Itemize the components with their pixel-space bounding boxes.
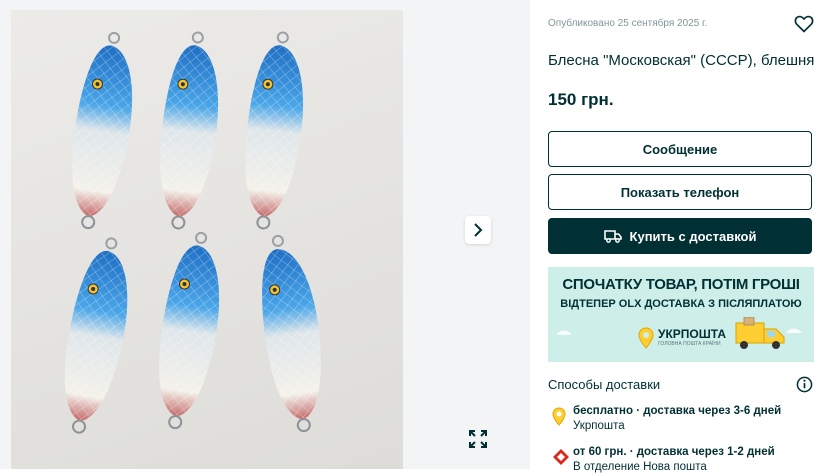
delivery-option-carrier: В отделение Нова пошта: [573, 461, 707, 473]
buy-with-delivery-label: Купить с доставкой: [629, 228, 757, 244]
ukrposhta-logo: УКРПОШТА ГОЛОВНА ПОШТА КРАЇНИ: [638, 327, 738, 353]
ukrposhta-name: УКРПОШТА: [658, 327, 727, 341]
chevron-right-icon: [474, 223, 483, 237]
delivery-methods-title: Способы доставки: [548, 377, 661, 392]
ukrposhta-pin-icon: [638, 327, 654, 349]
photo-gallery: [0, 0, 518, 469]
pin-icon: [552, 407, 566, 426]
column-divider: [518, 0, 530, 469]
delivery-option-summary: от 60 грн. · доставка через 1-2 дней: [573, 446, 775, 458]
delivery-truck-icon: [735, 317, 785, 349]
heart-icon: [794, 15, 814, 33]
next-photo-button[interactable]: [465, 216, 491, 244]
listing-price: 150 грн.: [548, 90, 614, 109]
delivery-option-summary: бесплатно · доставка через 3-6 дней: [573, 405, 782, 417]
show-phone-button-label: Показать телефон: [620, 184, 740, 200]
delivery-option-carrier: Укрпошта: [573, 420, 625, 432]
message-button-label: Сообщение: [642, 141, 718, 157]
nova-poshta-icon: [553, 449, 569, 465]
info-button[interactable]: [796, 376, 813, 398]
show-phone-button[interactable]: Показать телефон: [548, 174, 812, 210]
olx-delivery-banner[interactable]: СПОЧАТКУ ТОВАР, ПОТІМ ГРОШІ ВІДТЕПЕР OLX…: [548, 267, 814, 362]
fishing-lures-image: [51, 28, 334, 439]
fullscreen-button[interactable]: [466, 427, 490, 451]
expand-icon: [469, 430, 487, 448]
published-date: Опубликовано 25 сентября 2025 г.: [548, 18, 708, 29]
ukrposhta-tagline: ГОЛОВНА ПОШТА КРАЇНИ: [658, 341, 721, 347]
truck-icon: [603, 230, 622, 243]
buy-with-delivery-button[interactable]: Купить с доставкой: [548, 218, 812, 254]
listing-photo[interactable]: [11, 10, 403, 469]
listing-panel: Опубликовано 25 сентября 2025 г. Блесна …: [530, 0, 814, 473]
info-icon: [796, 376, 813, 393]
listing-title: Блесна "Московская" (СССР), блешня: [548, 52, 814, 69]
message-button[interactable]: Сообщение: [548, 131, 812, 167]
favorite-button[interactable]: [794, 14, 814, 34]
